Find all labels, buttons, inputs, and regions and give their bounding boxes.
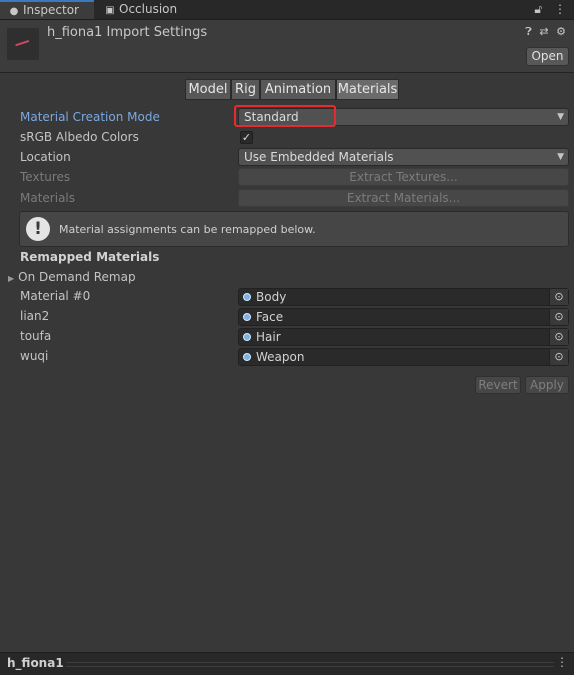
on-demand-remap-label: On Demand Remap xyxy=(18,270,136,284)
material-icon xyxy=(243,333,251,341)
srgb-albedo-checkbox[interactable]: ✓ xyxy=(240,131,253,144)
presets-icon[interactable]: ⇄ xyxy=(539,25,550,38)
object-picker-icon[interactable]: ⊙ xyxy=(549,289,568,305)
location-label: Location xyxy=(20,150,71,164)
materials-label: Materials xyxy=(20,191,76,205)
location-dropdown[interactable]: Use Embedded Materials ▼ xyxy=(238,148,569,166)
tab-occlusion-label: Occlusion xyxy=(119,2,178,16)
occlusion-icon: ▣ xyxy=(105,5,115,16)
page-title: h_fiona1 Import Settings xyxy=(47,25,208,40)
tabbar-tools: 🔓︎ ⋮ xyxy=(534,0,566,19)
material-value: Face xyxy=(256,310,284,324)
header-tools: ❓︎ ⇄ ⚙ xyxy=(525,25,568,39)
material-icon xyxy=(243,293,251,301)
srgb-albedo-label: sRGB Albedo Colors xyxy=(20,130,139,144)
location-value: Use Embedded Materials xyxy=(244,150,394,164)
highlight-annotation-box xyxy=(234,105,336,127)
window-tab-bar: ● Inspector ▣ Occlusion 🔓︎ ⋮ xyxy=(0,0,574,20)
asset-thumbnail xyxy=(7,28,39,60)
chevron-right-icon: ▶ xyxy=(8,274,15,283)
info-icon: ● xyxy=(9,6,19,17)
extract-materials-button[interactable]: Extract Materials... xyxy=(238,189,569,207)
more-options-icon[interactable]: ⋮ xyxy=(554,2,566,16)
material-value: Weapon xyxy=(256,350,305,364)
material-object-field[interactable]: Body ⊙ xyxy=(238,288,569,306)
model-preview-icon xyxy=(15,40,31,51)
material-value: Body xyxy=(256,290,287,304)
material-icon xyxy=(243,353,251,361)
tab-rig[interactable]: Rig xyxy=(231,79,260,100)
extract-textures-button[interactable]: Extract Textures... xyxy=(238,168,569,186)
tab-model[interactable]: Model xyxy=(185,79,231,100)
tab-inspector-label: Inspector xyxy=(23,3,79,17)
material-icon xyxy=(243,313,251,321)
helpbox-message: Material assignments can be remapped bel… xyxy=(59,223,316,236)
textures-label: Textures xyxy=(20,170,71,184)
preview-footer[interactable]: h_fiona1 ⋮ xyxy=(0,652,574,675)
checkmark-icon: ✓ xyxy=(241,131,252,144)
revert-button[interactable]: Revert xyxy=(475,376,521,394)
material-slot-label: Material #0 xyxy=(20,289,91,303)
material-object-field[interactable]: Face ⊙ xyxy=(238,308,569,326)
gear-icon[interactable]: ⚙ xyxy=(556,25,568,38)
material-slot-label: wuqi xyxy=(20,349,49,363)
tab-inspector[interactable]: ● Inspector xyxy=(0,0,94,19)
material-object-field[interactable]: Weapon ⊙ xyxy=(238,348,569,366)
open-button[interactable]: Open xyxy=(526,47,569,66)
on-demand-remap-foldout[interactable]: ▶ On Demand Remap xyxy=(8,270,136,284)
object-picker-icon[interactable]: ⊙ xyxy=(549,309,568,325)
object-picker-icon[interactable]: ⊙ xyxy=(549,329,568,345)
tab-occlusion[interactable]: ▣ Occlusion xyxy=(98,0,198,19)
more-options-icon[interactable]: ⋮ xyxy=(556,655,568,669)
apply-button[interactable]: Apply xyxy=(525,376,569,394)
remapped-materials-heading: Remapped Materials xyxy=(20,250,160,264)
tab-animation[interactable]: Animation xyxy=(260,79,336,100)
chevron-down-icon: ▼ xyxy=(557,112,564,122)
material-slot-label: toufa xyxy=(20,329,52,343)
material-value: Hair xyxy=(256,330,281,344)
lock-icon[interactable]: 🔓︎ xyxy=(534,2,542,16)
material-slot-label: lian2 xyxy=(20,309,50,323)
info-helpbox: ! Material assignments can be remapped b… xyxy=(19,211,569,247)
material-creation-mode-label: Material Creation Mode xyxy=(20,110,160,124)
warning-icon: ! xyxy=(26,217,50,241)
tab-materials[interactable]: Materials xyxy=(336,79,399,100)
help-icon[interactable]: ❓︎ xyxy=(525,25,534,38)
object-picker-icon[interactable]: ⊙ xyxy=(549,349,568,365)
footer-asset-name: h_fiona1 xyxy=(7,656,64,670)
resize-grip[interactable] xyxy=(66,662,554,667)
inspector-header: h_fiona1 Import Settings ❓︎ ⇄ ⚙ xyxy=(0,20,574,73)
material-object-field[interactable]: Hair ⊙ xyxy=(238,328,569,346)
chevron-down-icon: ▼ xyxy=(557,152,564,162)
